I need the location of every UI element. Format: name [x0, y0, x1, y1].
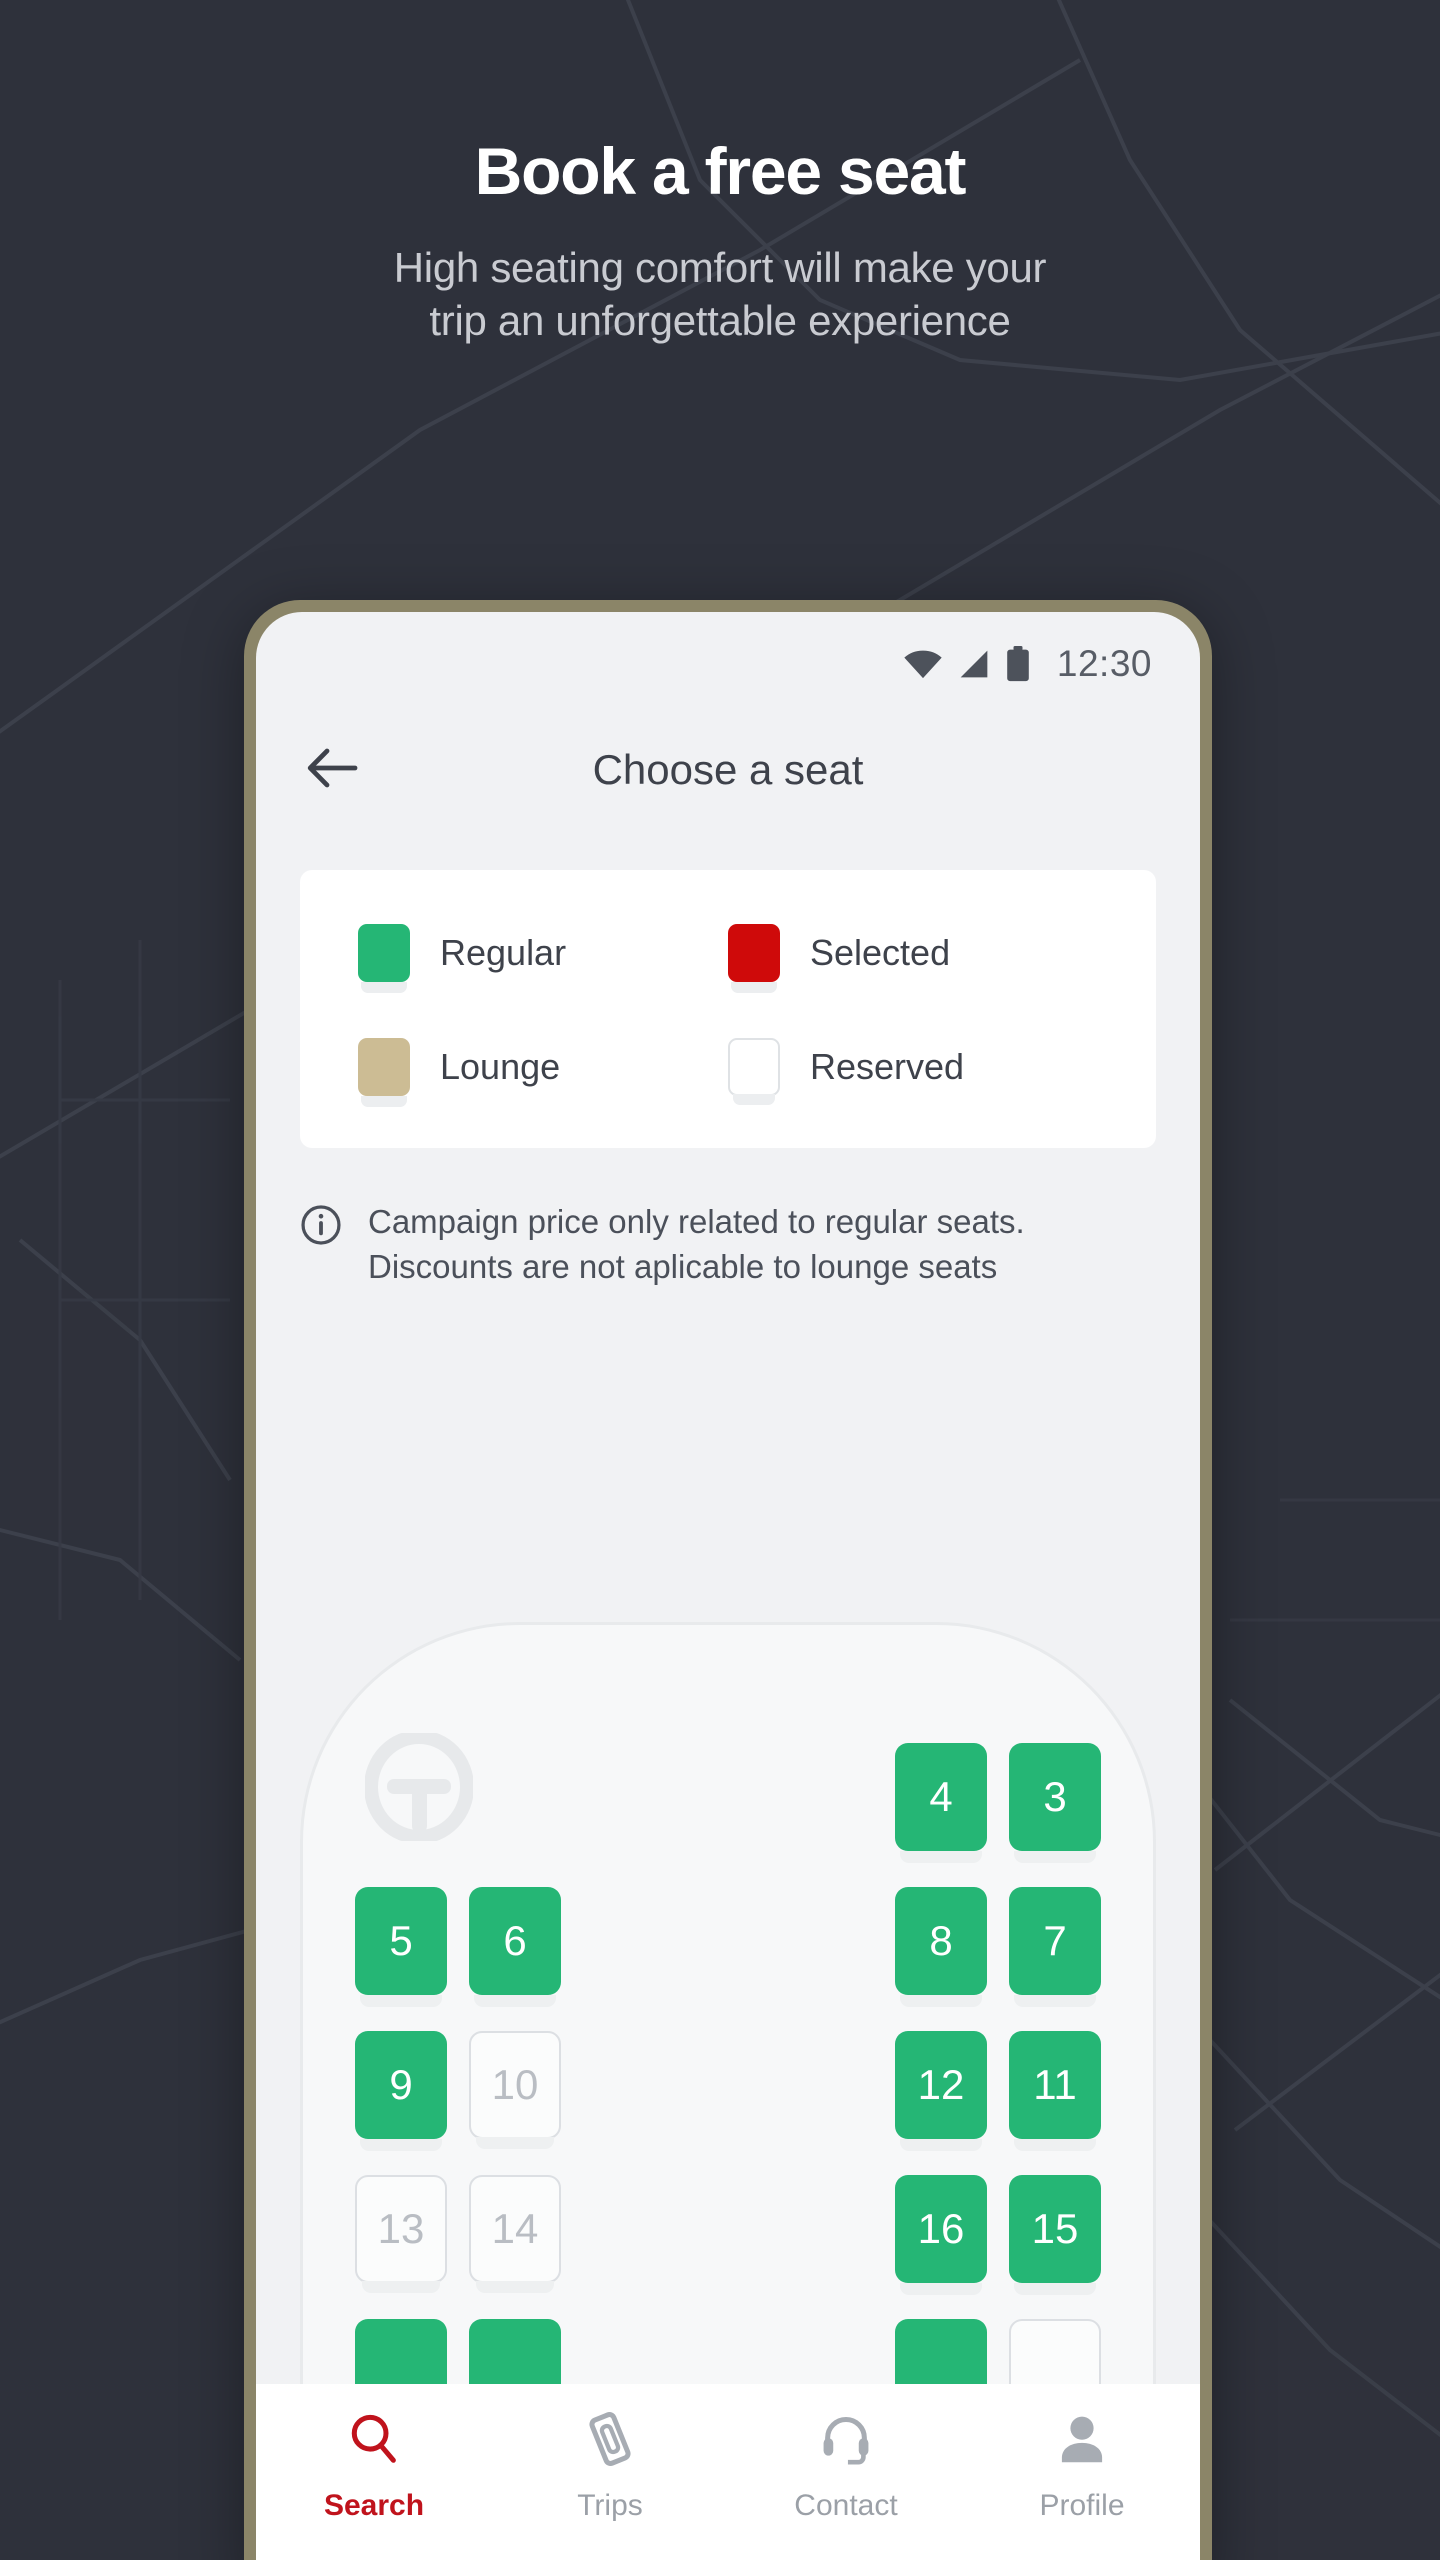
legend-swatch-regular	[358, 924, 410, 993]
promo-subtitle: High seating comfort will make your trip…	[0, 242, 1440, 348]
battery-icon	[1005, 646, 1031, 682]
legend-item-regular: Regular	[358, 924, 728, 993]
nav-item-search[interactable]: Search	[256, 2410, 492, 2560]
headset-icon	[817, 2410, 875, 2473]
seat-9[interactable]: 9	[355, 2031, 447, 2151]
nav-label-trips: Trips	[577, 2489, 643, 2522]
seat-3[interactable]: 3	[1009, 1743, 1101, 1863]
seat-6[interactable]: 6	[469, 1887, 561, 2007]
nav-item-profile[interactable]: Profile	[964, 2410, 1200, 2560]
wifi-icon	[903, 649, 943, 679]
campaign-note: Campaign price only related to regular s…	[300, 1200, 1156, 1290]
seat-placeholder	[355, 1743, 447, 1851]
back-arrow-icon	[307, 747, 359, 794]
seat-placeholder	[469, 1743, 561, 1851]
campaign-note-text: Campaign price only related to regular s…	[368, 1200, 1025, 1290]
status-bar-time: 12:30	[1056, 643, 1152, 684]
seat-4[interactable]: 4	[895, 1743, 987, 1863]
legend-label-selected: Selected	[810, 932, 951, 973]
aisle	[583, 2175, 873, 2283]
legend-label-reserved: Reserved	[810, 1046, 965, 1087]
legend-label-lounge: Lounge	[440, 1046, 561, 1087]
seat-12[interactable]: 12	[895, 2031, 987, 2151]
app-bar: Choose a seat	[256, 716, 1200, 824]
seat-row: 5 6 8 7	[355, 1887, 1101, 2007]
phone-mockup: 12:30 Choose a seat Regular Selected Lou…	[244, 600, 1212, 2560]
legend-label-regular: Regular	[440, 932, 567, 973]
seat-5[interactable]: 5	[355, 1887, 447, 2007]
seat-11[interactable]: 11	[1009, 2031, 1101, 2151]
campaign-note-line-1: Campaign price only related to regular s…	[368, 1203, 1025, 1240]
legend-item-reserved: Reserved	[728, 1038, 1098, 1105]
legend-swatch-selected	[728, 924, 780, 993]
nav-label-search: Search	[323, 2489, 425, 2522]
aisle	[583, 1887, 873, 1995]
promo-header: Book a free seat High seating comfort wi…	[0, 0, 1440, 348]
legend-swatch-reserved	[728, 1038, 780, 1105]
page-title: Choose a seat	[592, 746, 864, 793]
promo-subtitle-line-1: High seating comfort will make your	[393, 244, 1047, 291]
cellular-signal-icon	[957, 649, 991, 679]
campaign-note-line-2: Discounts are not aplicable to lounge se…	[368, 1247, 998, 1285]
search-icon	[345, 2410, 403, 2473]
seat-13[interactable]: 13	[355, 2175, 447, 2293]
aisle	[583, 2031, 873, 2139]
nav-label-profile: Profile	[1039, 2489, 1125, 2522]
nav-label-contact: Contact	[794, 2489, 898, 2522]
seat-14[interactable]: 14	[469, 2175, 561, 2293]
nav-item-trips[interactable]: Trips	[492, 2410, 728, 2560]
back-button[interactable]	[300, 737, 366, 803]
seat-row: 9 10 12 11	[355, 2031, 1101, 2151]
status-bar: 12:30	[256, 612, 1200, 716]
ticket-icon	[581, 2410, 639, 2473]
seat-7[interactable]: 7	[1009, 1887, 1101, 2007]
bottom-navigation: Search Trips Contact Profile	[256, 2384, 1200, 2560]
aisle	[583, 1743, 873, 1851]
seat-16[interactable]: 16	[895, 2175, 987, 2295]
seat-10[interactable]: 10	[469, 2031, 561, 2149]
seat-8[interactable]: 8	[895, 1887, 987, 2007]
phone-screen: 12:30 Choose a seat Regular Selected Lou…	[256, 612, 1200, 2560]
legend-swatch-lounge	[358, 1038, 410, 1107]
seat-15[interactable]: 15	[1009, 2175, 1101, 2295]
info-circle-icon	[300, 1204, 342, 1251]
legend-item-selected: Selected	[728, 924, 1098, 993]
nav-item-contact[interactable]: Contact	[728, 2410, 964, 2560]
seat-legend-card: Regular Selected Lounge Reserved	[300, 870, 1156, 1148]
promo-title: Book a free seat	[474, 134, 967, 208]
seat-grid: 4 3 5 6 8 7 9 10 12 11 13 14 16 15	[303, 1743, 1153, 2463]
promo-subtitle-line-2: trip an unforgettable experience	[429, 296, 1011, 344]
seat-row: 13 14 16 15	[355, 2175, 1101, 2295]
legend-item-lounge: Lounge	[358, 1038, 728, 1107]
seat-row: 4 3	[355, 1743, 1101, 1863]
person-icon	[1053, 2410, 1111, 2473]
